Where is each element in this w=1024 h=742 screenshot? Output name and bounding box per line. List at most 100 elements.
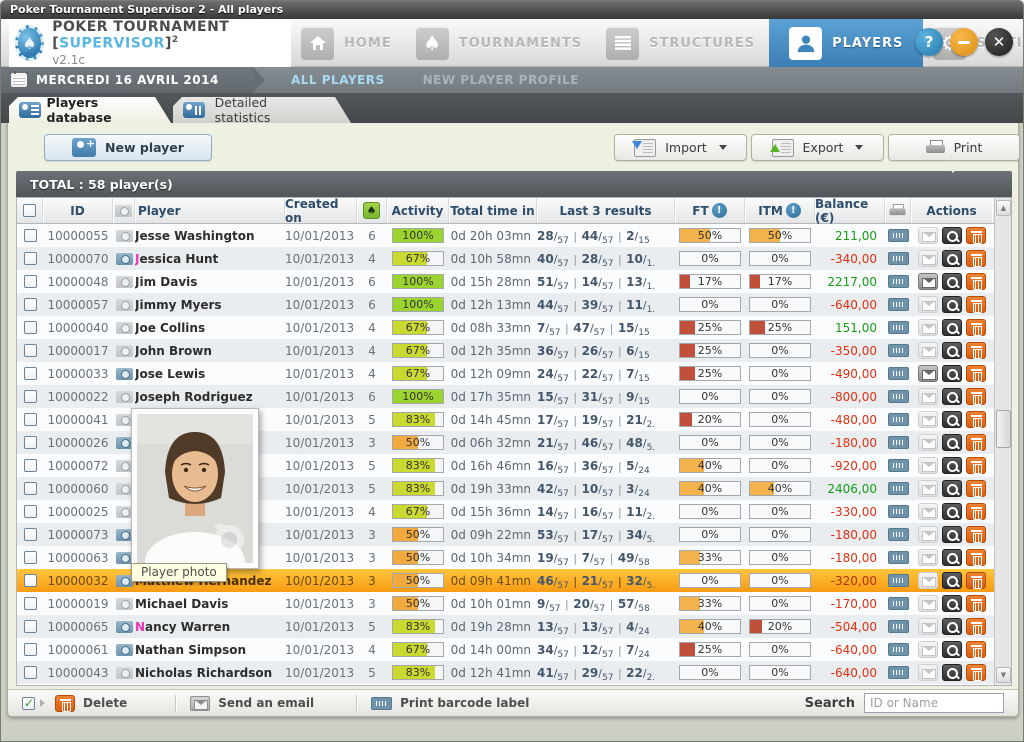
send-email-button[interactable] [918, 273, 938, 290]
ft-info-icon[interactable]: ! [712, 203, 727, 218]
import-button[interactable]: Import [614, 134, 747, 161]
barcode-icon[interactable] [888, 505, 909, 518]
send-email-button[interactable] [918, 434, 938, 451]
barcode-icon[interactable] [888, 620, 909, 633]
camera-icon[interactable] [116, 368, 133, 380]
row-checkbox[interactable] [24, 298, 37, 311]
camera-icon[interactable] [116, 667, 133, 679]
camera-icon[interactable] [116, 276, 133, 288]
send-email-button[interactable] [918, 342, 938, 359]
barcode-icon[interactable] [888, 551, 909, 564]
row-checkbox[interactable] [24, 321, 37, 334]
send-email-button[interactable] [918, 457, 938, 474]
col-ft[interactable]: FT! [675, 198, 745, 223]
camera-icon[interactable] [116, 391, 133, 403]
vertical-scrollbar[interactable]: ▲ ▼ [994, 198, 1011, 685]
send-email-button[interactable] [918, 526, 938, 543]
camera-icon[interactable] [116, 414, 133, 426]
delete-player-button[interactable] [966, 480, 986, 497]
delete-player-button[interactable] [966, 503, 986, 520]
send-email-button[interactable] [918, 411, 938, 428]
table-row[interactable]: 10000043 Nicholas Richardson 10/01/2013 … [17, 661, 994, 684]
camera-icon[interactable] [116, 598, 133, 610]
delete-player-button[interactable] [966, 273, 986, 290]
col-id[interactable]: ID [43, 198, 113, 223]
barcode-icon[interactable] [888, 321, 909, 334]
camera-icon[interactable] [116, 483, 133, 495]
new-player-button[interactable]: New player [44, 134, 212, 161]
search-input[interactable] [864, 693, 1004, 713]
send-email-button[interactable] [918, 227, 938, 244]
row-checkbox[interactable] [24, 666, 37, 679]
select-all-checkbox[interactable] [23, 204, 36, 217]
row-checkbox[interactable] [24, 528, 37, 541]
barcode-icon[interactable] [888, 229, 909, 242]
barcode-icon[interactable] [888, 528, 909, 541]
delete-player-button[interactable] [966, 641, 986, 658]
delete-player-button[interactable] [966, 319, 986, 336]
row-checkbox[interactable] [24, 482, 37, 495]
camera-icon[interactable] [116, 644, 133, 656]
table-row[interactable]: 10000061 Nathan Simpson 10/01/2013 4 67%… [17, 638, 994, 661]
camera-icon[interactable] [116, 322, 133, 334]
camera-icon[interactable] [116, 345, 133, 357]
delete-player-button[interactable] [966, 457, 986, 474]
nav-home[interactable]: HOME [291, 19, 406, 67]
table-row[interactable]: 10000017 John Brown 10/01/2013 4 67% 0d … [17, 339, 994, 362]
camera-icon[interactable] [116, 575, 133, 587]
view-player-button[interactable] [942, 641, 962, 658]
view-player-button[interactable] [942, 457, 962, 474]
barcode-icon[interactable] [888, 275, 909, 288]
view-player-button[interactable] [942, 388, 962, 405]
col-player[interactable]: Player [135, 198, 285, 223]
nav-players[interactable]: PLAYERS [769, 19, 923, 67]
email-icon[interactable] [190, 696, 210, 711]
delete-player-button[interactable] [966, 618, 986, 635]
barcode-icon[interactable] [888, 344, 909, 357]
table-row[interactable]: 10000057 Jimmy Myers 10/01/2013 6 100% 0… [17, 293, 994, 316]
camera-icon[interactable] [116, 299, 133, 311]
barcode-icon[interactable] [371, 697, 392, 710]
delete-player-button[interactable] [966, 411, 986, 428]
tab-detailed-statistics[interactable]: Detailed statistics [173, 97, 351, 123]
camera-icon[interactable] [116, 253, 133, 265]
send-email-button[interactable] [918, 296, 938, 313]
table-row[interactable]: 10000048 Jim Davis 10/01/2013 6 100% 0d … [17, 270, 994, 293]
view-player-button[interactable] [942, 296, 962, 313]
table-row[interactable]: 10000022 Joseph Rodriguez 10/01/2013 6 1… [17, 385, 994, 408]
barcode-icon[interactable] [888, 597, 909, 610]
row-checkbox[interactable] [24, 436, 37, 449]
col-balance[interactable]: Balance (€) [815, 198, 885, 223]
barcode-icon[interactable] [888, 436, 909, 449]
delete-player-button[interactable] [966, 227, 986, 244]
table-row[interactable]: 10000019 Michael Davis 10/01/2013 3 50% … [17, 592, 994, 615]
send-email-button[interactable] [918, 250, 938, 267]
camera-icon[interactable] [116, 529, 133, 541]
export-dropdown-caret[interactable] [855, 145, 863, 154]
delete-player-button[interactable] [966, 365, 986, 382]
delete-player-button[interactable] [966, 595, 986, 612]
send-email-button[interactable] [918, 503, 938, 520]
row-checkbox[interactable] [24, 344, 37, 357]
close-button[interactable]: ✕ [985, 28, 1013, 56]
breadcrumb-all-players[interactable]: ALL PLAYERS [291, 73, 385, 87]
delete-player-button[interactable] [966, 388, 986, 405]
table-row[interactable]: 10000033 Jose Lewis 10/01/2013 4 67% 0d … [17, 362, 994, 385]
barcode-icon[interactable] [888, 643, 909, 656]
scrollbar-thumb[interactable] [996, 410, 1011, 448]
barcode-icon[interactable] [888, 482, 909, 495]
view-player-button[interactable] [942, 549, 962, 566]
col-activity[interactable]: Activity [387, 198, 449, 223]
camera-icon[interactable] [116, 552, 133, 564]
view-player-button[interactable] [942, 480, 962, 497]
view-player-button[interactable] [942, 503, 962, 520]
col-created-on[interactable]: Created on [285, 198, 357, 223]
delete-player-button[interactable] [966, 434, 986, 451]
send-email-button[interactable] [918, 664, 938, 681]
view-player-button[interactable] [942, 618, 962, 635]
print-barcode-action[interactable]: Print barcode label [400, 696, 529, 710]
view-player-button[interactable] [942, 342, 962, 359]
nav-tournaments[interactable]: ♠ TOURNAMENTS [406, 19, 596, 67]
footer-select-checkbox[interactable] [22, 697, 35, 710]
camera-icon[interactable] [116, 621, 133, 633]
